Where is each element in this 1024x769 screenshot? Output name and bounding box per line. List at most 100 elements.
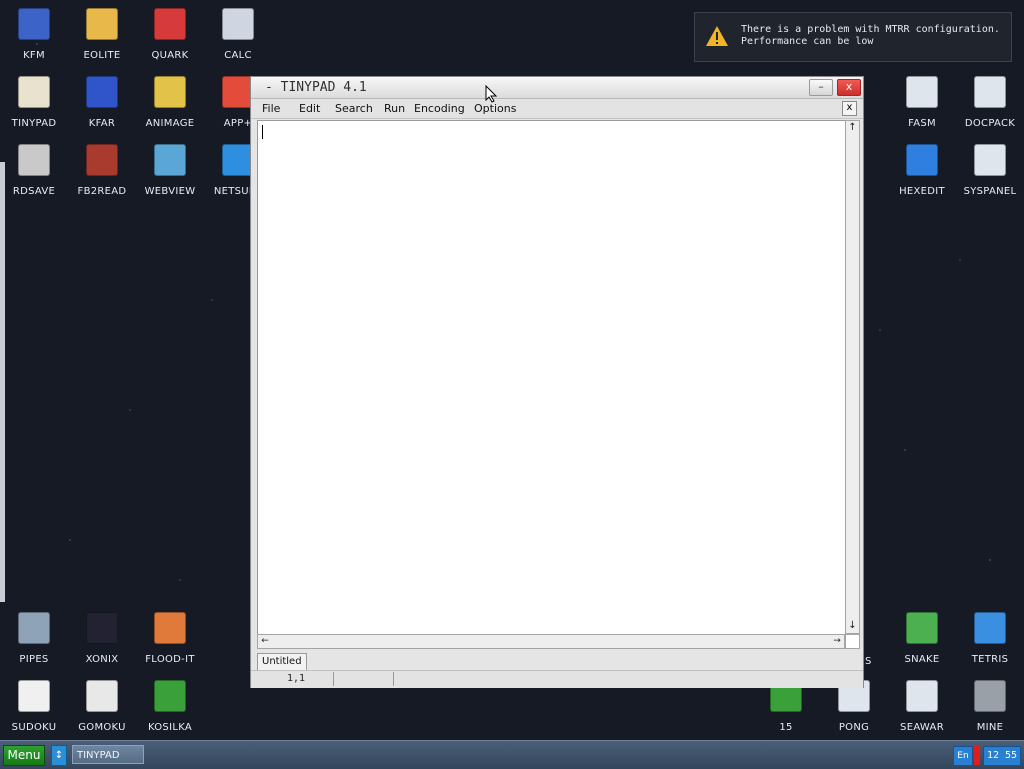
start-menu-button[interactable]: Menu bbox=[3, 745, 45, 766]
desktop-icon-calc[interactable]: CALC bbox=[204, 0, 272, 64]
menu-run[interactable]: Run bbox=[384, 102, 405, 115]
menu-edit[interactable]: Edit bbox=[299, 102, 320, 115]
picture-icon bbox=[154, 144, 186, 176]
notification-line-1: There is a problem with MTRR configurati… bbox=[741, 24, 1000, 35]
desktop-icon-sudoku[interactable]: SUDOKU bbox=[0, 672, 68, 736]
ebook-icon bbox=[86, 144, 118, 176]
desktop-icon-label: GOMOKU bbox=[78, 722, 126, 733]
tools-icon bbox=[906, 76, 938, 108]
partial-icon-label: S bbox=[865, 656, 872, 667]
desktop-icon-label: 15 bbox=[779, 722, 793, 733]
notification-message: There is a problem with MTRR configurati… bbox=[741, 24, 1000, 48]
close-document-button[interactable]: x bbox=[842, 101, 857, 116]
horizontal-scrollbar[interactable]: ← → bbox=[257, 634, 845, 649]
desktop-icon-syspanel[interactable]: SYSPANEL bbox=[956, 136, 1024, 200]
desktop-icon-tetris[interactable]: TETRIS bbox=[956, 604, 1024, 668]
tetris-icon bbox=[974, 612, 1006, 644]
document-tabs: Untitled bbox=[257, 653, 857, 670]
desktop-icon-label: RDSAVE bbox=[12, 186, 56, 197]
sudoku-icon bbox=[18, 680, 50, 712]
desktop-icon-label: FB2READ bbox=[77, 186, 127, 197]
desktop-icon-flood-it[interactable]: FLOOD-IT bbox=[136, 604, 204, 668]
warning-icon bbox=[706, 26, 728, 46]
menu-file[interactable]: File bbox=[262, 102, 280, 115]
notepad-icon bbox=[18, 76, 50, 108]
tinypad-window: - TINYPAD 4.1 – x File Edit Search Run E… bbox=[250, 76, 864, 688]
status-bar: 1,1 bbox=[251, 670, 863, 688]
desktop-icon-hexedit[interactable]: HEXEDIT bbox=[888, 136, 956, 200]
scrollbar-corner bbox=[845, 634, 860, 649]
desktop-icon-label: EOLITE bbox=[83, 50, 121, 61]
desktop-icon-webview[interactable]: WEBVIEW bbox=[136, 136, 204, 200]
desktop-icon-label: MINE bbox=[976, 722, 1004, 733]
desktop-icon-seawar[interactable]: SEAWAR bbox=[888, 672, 956, 736]
desktop-icon-snake[interactable]: SNAKE bbox=[888, 604, 956, 668]
desktop-icon-rdsave[interactable]: RDSAVE bbox=[0, 136, 68, 200]
desktop-icon-kfar[interactable]: KFAR bbox=[68, 68, 136, 132]
status-divider bbox=[333, 672, 334, 686]
desktop-icon-fb2read[interactable]: FB2READ bbox=[68, 136, 136, 200]
desktop-icon-label: FLOOD-IT bbox=[145, 654, 195, 665]
desktop-icon-fasm[interactable]: FASM bbox=[888, 68, 956, 132]
pipes-icon bbox=[18, 612, 50, 644]
menu-encoding[interactable]: Encoding bbox=[414, 102, 465, 115]
scroll-down-arrow-icon[interactable]: ↓ bbox=[846, 619, 859, 633]
desktop-icon-label: SUDOKU bbox=[11, 722, 57, 733]
desktop-icon-label: SNAKE bbox=[904, 654, 940, 665]
scroll-up-arrow-icon[interactable]: ↑ bbox=[846, 121, 859, 135]
desktop-icon-mine[interactable]: MINE bbox=[956, 672, 1024, 736]
vertical-scrollbar[interactable]: ↑ ↓ bbox=[845, 120, 860, 634]
mtrr-warning-notification[interactable]: There is a problem with MTRR configurati… bbox=[694, 12, 1012, 62]
text-editor-area[interactable] bbox=[257, 120, 847, 636]
seawar-icon bbox=[906, 680, 938, 712]
snake-icon bbox=[906, 612, 938, 644]
desktop-icon-pipes[interactable]: PIPES bbox=[0, 604, 68, 668]
menu-search[interactable]: Search bbox=[335, 102, 373, 115]
desktop-icon-label: FASM bbox=[908, 118, 936, 129]
notification-line-2: Performance can be low bbox=[741, 36, 874, 47]
desktop-icon-animage[interactable]: ANIMAGE bbox=[136, 68, 204, 132]
flood-it-icon bbox=[154, 612, 186, 644]
save-disk-icon bbox=[18, 144, 50, 176]
desktop-icon-gomoku[interactable]: GOMOKU bbox=[68, 672, 136, 736]
close-button[interactable]: x bbox=[837, 79, 861, 96]
desktop-icon-label: ANIMAGE bbox=[145, 118, 195, 129]
menu-options[interactable]: Options bbox=[474, 102, 516, 115]
desktop-icon-tinypad[interactable]: TINYPAD bbox=[0, 68, 68, 132]
desktop-icon-label: CALC bbox=[224, 50, 252, 61]
taskbar-item-tinypad[interactable]: TINYPAD bbox=[72, 745, 144, 764]
gomoku-icon bbox=[86, 680, 118, 712]
desktop-icon-label: TETRIS bbox=[971, 654, 1009, 665]
cabinet-icon bbox=[974, 76, 1006, 108]
book-icon bbox=[154, 8, 186, 40]
desktop-icon-docpack[interactable]: DOCPACK bbox=[956, 68, 1024, 132]
desktop-icon-label: KFM bbox=[23, 50, 45, 61]
clock[interactable]: 12 55 bbox=[983, 746, 1021, 766]
text-caret bbox=[262, 125, 263, 139]
window-switch-button[interactable]: ↕ bbox=[51, 745, 67, 766]
folder-icon bbox=[86, 8, 118, 40]
scroll-right-arrow-icon[interactable]: → bbox=[830, 635, 844, 648]
status-indicator bbox=[974, 745, 980, 765]
tab-untitled[interactable]: Untitled bbox=[257, 653, 307, 670]
mouse-pointer-icon bbox=[485, 85, 497, 103]
desktop-icon-label: HEXEDIT bbox=[899, 186, 945, 197]
desktop-icon-eolite[interactable]: EOLITE bbox=[68, 0, 136, 64]
desktop-icon-label: KOSILKA bbox=[147, 722, 193, 733]
title-bar[interactable]: - TINYPAD 4.1 – x bbox=[251, 77, 863, 99]
status-divider bbox=[393, 672, 394, 686]
pencil-icon bbox=[154, 76, 186, 108]
desktop-icon-label: SEAWAR bbox=[900, 722, 944, 733]
desktop-icon-label: KFAR bbox=[88, 118, 116, 129]
desktop-icon-label: WEBVIEW bbox=[144, 186, 196, 197]
desktop-icon-kfm[interactable]: KFM bbox=[0, 0, 68, 64]
desktop-icon-xonix[interactable]: XONIX bbox=[68, 604, 136, 668]
desktop-icon-label: PONG bbox=[838, 722, 870, 733]
minimize-button[interactable]: – bbox=[809, 79, 833, 96]
desktop-icon-quark[interactable]: QUARK bbox=[136, 0, 204, 64]
desktop-icon-kosilka[interactable]: KOSILKA bbox=[136, 672, 204, 736]
keyboard-language-indicator[interactable]: En bbox=[953, 746, 973, 766]
cursor-position: 1,1 bbox=[287, 673, 306, 684]
calculator-icon bbox=[222, 8, 254, 40]
scroll-left-arrow-icon[interactable]: ← bbox=[258, 635, 272, 648]
